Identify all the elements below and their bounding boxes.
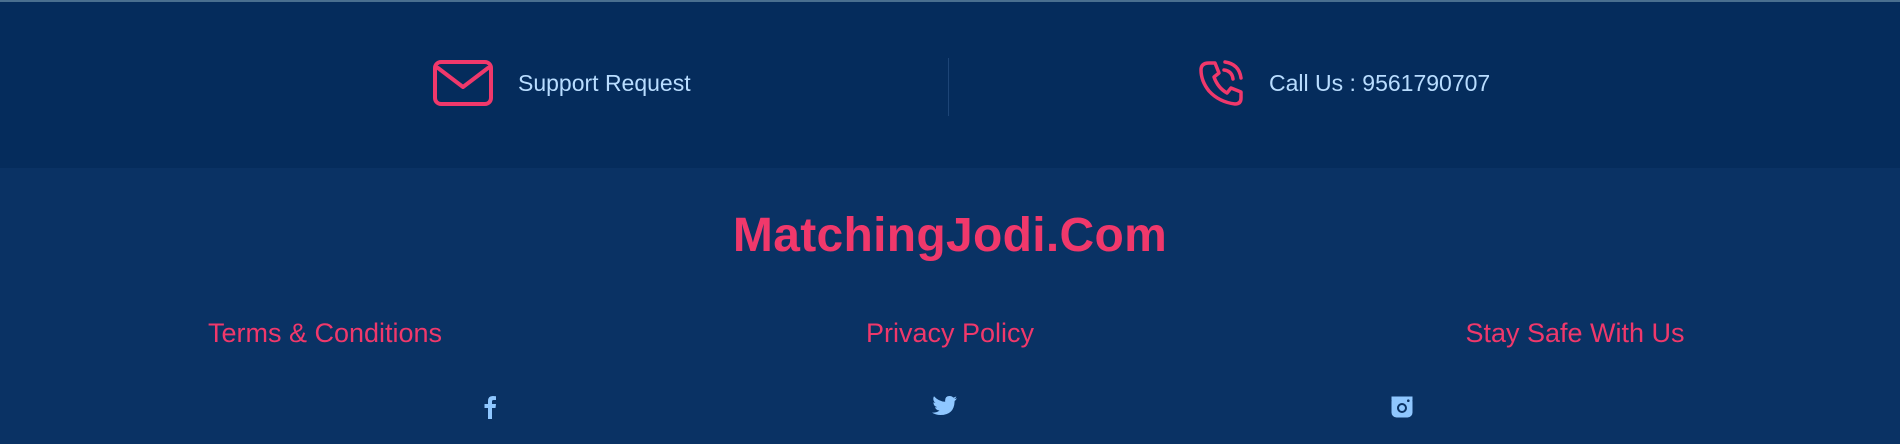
instagram-link[interactable] <box>1385 392 1419 426</box>
stay-safe-link[interactable]: Stay Safe With Us <box>1465 316 1684 350</box>
brand-title: MatchingJodi.Com <box>732 209 1168 262</box>
footer-page: Support Request Call Us : 9561790707 Mat… <box>0 0 1900 444</box>
call-us-link[interactable]: Call Us : 9561790707 <box>1197 56 1490 110</box>
facebook-link[interactable] <box>473 392 507 426</box>
call-us-label: Call Us : 9561790707 <box>1269 69 1491 96</box>
facebook-icon <box>483 395 497 424</box>
support-request-link[interactable]: Support Request <box>432 56 691 110</box>
phone-call-icon <box>1197 58 1245 108</box>
privacy-policy-link[interactable]: Privacy Policy <box>866 316 1034 350</box>
support-request-label: Support Request <box>518 69 691 96</box>
twitter-icon <box>930 395 958 424</box>
contact-bar: Support Request Call Us : 9561790707 <box>0 2 1900 168</box>
contact-divider <box>948 58 949 116</box>
terms-conditions-link[interactable]: Terms & Conditions <box>208 316 442 350</box>
instagram-icon <box>1390 395 1414 424</box>
site-footer: MatchingJodi.Com Terms & Conditions Priv… <box>0 168 1900 444</box>
twitter-link[interactable] <box>927 392 961 426</box>
envelope-icon <box>432 59 494 107</box>
